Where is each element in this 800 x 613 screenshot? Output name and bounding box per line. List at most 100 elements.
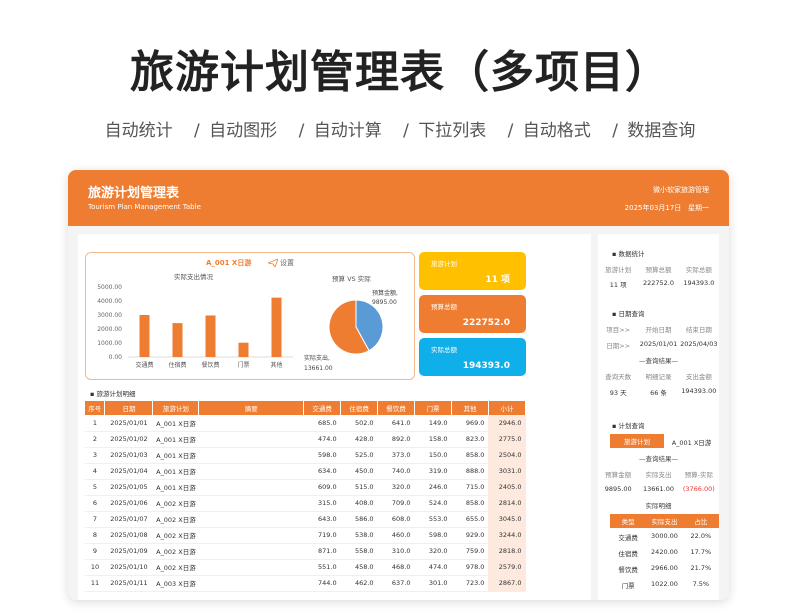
table-cell[interactable]: 558.0 [340,543,378,560]
table-cell[interactable]: 6 [85,495,105,512]
table-cell[interactable]: 319.0 [414,463,452,480]
table-cell[interactable] [198,463,304,480]
table-cell[interactable]: 978.0 [451,559,489,576]
table-cell[interactable]: 641.0 [377,415,415,432]
table-cell[interactable]: 2025/01/08 [104,527,153,544]
table-cell[interactable]: 2 [85,431,105,448]
table-cell[interactable]: 740.0 [377,463,415,480]
table-cell[interactable]: 7 [85,511,105,528]
table-cell[interactable]: 462.0 [340,575,378,592]
table-cell[interactable]: 598.0 [414,527,452,544]
col-header[interactable]: 旅游计划 [152,401,200,415]
col-header[interactable]: 序号 [85,401,106,415]
col-header[interactable]: 餐饮费 [377,401,416,415]
table-cell[interactable]: 643.0 [303,511,341,528]
table-row[interactable]: 1 2025/01/01 A_001 X日游 685.0 502.0 641.0 149.0… [85,415,526,432]
table-cell[interactable]: A_001 X日游 [152,447,199,464]
table-cell[interactable]: 3 [85,447,105,464]
table-cell[interactable]: 9 [85,543,105,560]
table-cell[interactable]: A_001 X日游 [152,415,199,432]
table-cell[interactable]: 150.0 [414,447,452,464]
setting-button[interactable]: 设置 [266,258,294,268]
table-row[interactable]: 6 2025/01/06 A_002 X日游 315.0 408.0 709.0 524.0… [85,495,526,512]
table-cell[interactable]: 2025/01/09 [104,543,153,560]
table-cell[interactable]: 474.0 [414,559,452,576]
table-cell[interactable]: 2025/01/01 [104,415,153,432]
table-cell[interactable]: 320.0 [414,543,452,560]
table-cell[interactable]: 450.0 [340,463,378,480]
table-cell[interactable]: 892.0 [377,431,415,448]
table-cell[interactable]: 468.0 [377,559,415,576]
table-cell[interactable]: 460.0 [377,527,415,544]
table-cell[interactable]: A_002 X日游 [152,527,199,544]
table-row[interactable]: 8 2025/01/08 A_002 X日游 719.0 538.0 460.0 598.0… [85,527,526,544]
table-cell[interactable]: 149.0 [414,415,452,432]
table-row[interactable]: 3 2025/01/03 A_001 X日游 598.0 525.0 373.0 150.0… [85,447,526,464]
table-cell[interactable]: 2814.0 [488,495,526,512]
table-cell[interactable]: 551.0 [303,559,341,576]
table-cell[interactable]: 719.0 [303,527,341,544]
table-row[interactable]: 4 2025/01/04 A_001 X日游 634.0 450.0 740.0 319.0… [85,463,526,480]
table-cell[interactable]: 246.0 [414,479,452,496]
table-cell[interactable]: A_001 X日游 [152,431,199,448]
table-cell[interactable]: A_003 X日游 [152,575,199,592]
table-cell[interactable]: 723.0 [451,575,489,592]
table-cell[interactable] [198,431,304,448]
table-row[interactable]: 11 2025/01/11 A_003 X日游 744.0 462.0 637.0 301.… [85,575,526,592]
end-date-input[interactable]: 2025/04/03 [679,340,719,350]
col-header[interactable]: 小计 [488,401,527,415]
table-cell[interactable] [198,511,304,528]
table-cell[interactable]: 11 [85,575,105,592]
table-cell[interactable]: A_002 X日游 [152,495,199,512]
table-cell[interactable]: 969.0 [451,415,489,432]
table-cell[interactable]: 373.0 [377,447,415,464]
plan-select[interactable]: A_001 X日游 [664,437,719,447]
table-row[interactable]: 5 2025/01/05 A_001 X日游 609.0 515.0 320.0 246.0… [85,479,526,496]
col-header[interactable]: 住宿费 [340,401,379,415]
col-header[interactable]: 日期 [104,401,154,415]
table-cell[interactable]: 929.0 [451,527,489,544]
table-cell[interactable]: 2025/01/02 [104,431,153,448]
table-cell[interactable]: 2025/01/04 [104,463,153,480]
table-cell[interactable]: 310.0 [377,543,415,560]
table-cell[interactable]: 598.0 [303,447,341,464]
table-cell[interactable]: 5 [85,479,105,496]
table-cell[interactable]: 2775.0 [488,431,526,448]
table-cell[interactable]: A_002 X日游 [152,559,199,576]
table-cell[interactable]: 823.0 [451,431,489,448]
table-cell[interactable]: 10 [85,559,105,576]
table-cell[interactable]: 2946.0 [488,415,526,432]
table-cell[interactable]: 2504.0 [488,447,526,464]
table-cell[interactable]: 4 [85,463,105,480]
table-cell[interactable]: 2025/01/11 [104,575,153,592]
table-cell[interactable]: 474.0 [303,431,341,448]
table-cell[interactable]: 2025/01/06 [104,495,153,512]
table-cell[interactable]: 609.0 [303,479,341,496]
table-row[interactable]: 7 2025/01/07 A_002 X日游 643.0 586.0 608.0 553.0… [85,511,526,528]
col-header[interactable]: 交通费 [303,401,342,415]
table-cell[interactable]: 301.0 [414,575,452,592]
table-cell[interactable]: 553.0 [414,511,452,528]
table-cell[interactable]: 2405.0 [488,479,526,496]
table-cell[interactable]: 858.0 [451,447,489,464]
table-cell[interactable]: 586.0 [340,511,378,528]
table-cell[interactable]: 524.0 [414,495,452,512]
table-cell[interactable]: 2025/01/10 [104,559,153,576]
table-cell[interactable]: 515.0 [340,479,378,496]
table-cell[interactable]: 759.0 [451,543,489,560]
table-cell[interactable]: A_002 X日游 [152,543,199,560]
table-cell[interactable]: 502.0 [340,415,378,432]
table-cell[interactable]: 158.0 [414,431,452,448]
table-cell[interactable]: 538.0 [340,527,378,544]
table-cell[interactable]: 888.0 [451,463,489,480]
table-cell[interactable] [198,559,304,576]
table-cell[interactable]: 655.0 [451,511,489,528]
table-cell[interactable]: 315.0 [303,495,341,512]
col-header[interactable]: 其他 [451,401,489,415]
table-cell[interactable]: 634.0 [303,463,341,480]
table-cell[interactable]: 744.0 [303,575,341,592]
table-cell[interactable] [198,543,304,560]
table-cell[interactable]: 8 [85,527,105,544]
project-select[interactable]: A_001 X日游 [206,259,251,267]
table-cell[interactable] [198,527,304,544]
